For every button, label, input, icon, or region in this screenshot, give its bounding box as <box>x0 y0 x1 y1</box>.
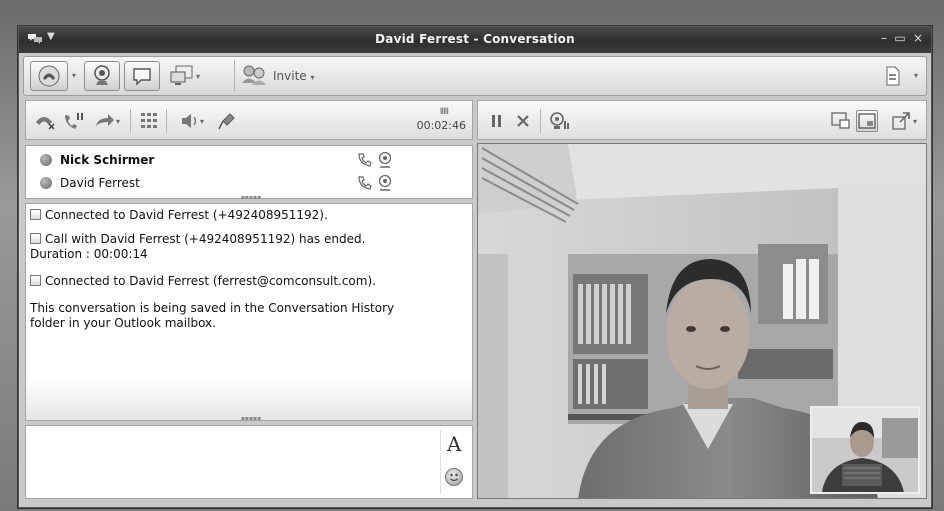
webcam-icon <box>378 151 392 168</box>
desktop-background: ▼ David Ferrest - Conversation – ▭ × ▾ ▾… <box>0 0 944 511</box>
webcam-icon <box>94 65 110 85</box>
share-button[interactable]: ▾ <box>164 61 204 91</box>
full-view-button[interactable] <box>856 110 878 132</box>
participant-row[interactable]: David Ferrest <box>26 173 472 195</box>
dialpad-button[interactable] <box>138 110 160 132</box>
resize-grip[interactable]: ▪▪▪▪▪ <box>236 195 266 201</box>
remote-video <box>477 143 927 499</box>
document-icon[interactable] <box>884 66 902 86</box>
invite-text: Invite <box>273 69 307 83</box>
hold-icon <box>65 113 83 129</box>
font-button[interactable]: A <box>447 432 461 456</box>
webcam-icon <box>378 174 392 191</box>
message-text: Connected to David Ferrest (+49240895119… <box>45 208 328 222</box>
participant-name: Nick Schirmer <box>60 153 155 167</box>
separator <box>130 109 131 133</box>
end-call-button[interactable] <box>34 110 56 132</box>
camera-settings-button[interactable] <box>548 110 570 132</box>
conversation-history: Connected to David Ferrest (+49240895119… <box>25 203 473 422</box>
stop-x-icon <box>517 115 529 127</box>
history-message-duration: Duration : 00:00:14 <box>30 247 148 261</box>
camera-settings-icon <box>550 112 569 129</box>
transfer-button[interactable]: ▾ <box>90 110 124 132</box>
volume-button[interactable]: ▾ <box>174 110 210 132</box>
self-view-video[interactable] <box>810 406 920 494</box>
presence-icon <box>40 154 52 166</box>
volume-dropdown-caret[interactable]: ▾ <box>200 117 204 126</box>
main-toolbar: ▾ ▾ Invite ▾ ▾ <box>23 56 927 96</box>
im-button[interactable] <box>124 61 160 91</box>
options-dropdown-caret[interactable]: ▾ <box>914 71 918 80</box>
separator <box>540 109 541 133</box>
phone-icon <box>358 176 372 190</box>
speaker-icon <box>181 114 197 128</box>
participant-name: David Ferrest <box>60 176 140 190</box>
share-dropdown-caret[interactable]: ▾ <box>196 72 200 81</box>
transfer-dropdown-caret[interactable]: ▾ <box>116 117 120 126</box>
add-contact-icon <box>242 65 266 85</box>
message-input[interactable]: A <box>25 425 473 499</box>
presence-icon <box>40 177 52 189</box>
participant-modalities <box>356 174 393 192</box>
participant-modalities <box>356 151 393 169</box>
history-notice-line: folder in your Outlook mailbox. <box>30 316 216 330</box>
history-notice-line: This conversation is being saved in the … <box>30 301 395 315</box>
minimize-button[interactable]: – <box>877 31 891 45</box>
call-dropdown-caret[interactable]: ▾ <box>72 71 76 80</box>
pause-video-button[interactable] <box>486 110 508 132</box>
desktop-share-icon <box>170 65 193 85</box>
call-timer: 00:02:46 <box>416 119 466 132</box>
message-text: Call with David Ferrest (+492408951192) … <box>45 232 366 246</box>
participant-list: Nick Schirmer David Ferrest ▪▪▪▪▪ <box>25 145 473 201</box>
speech-bubble-icon <box>133 68 151 86</box>
popout-dropdown-caret[interactable]: ▾ <box>913 117 917 126</box>
mic-button[interactable] <box>216 110 238 132</box>
maximize-button[interactable]: ▭ <box>893 31 907 45</box>
signal-strength: IIIII <box>439 107 449 117</box>
message-text: Connected to David Ferrest (ferrest@comc… <box>45 274 376 288</box>
close-button[interactable]: × <box>911 31 925 45</box>
invite-dropdown-caret[interactable]: ▾ <box>311 73 315 82</box>
pip-view-button[interactable] <box>830 110 852 132</box>
title-bar: ▼ David Ferrest - Conversation – ▭ × <box>19 27 931 53</box>
call-button[interactable] <box>30 61 68 91</box>
popout-icon <box>892 112 910 130</box>
separator <box>166 109 167 133</box>
self-view-image <box>812 408 918 492</box>
conversation-window: ▼ David Ferrest - Conversation – ▭ × ▾ ▾… <box>18 26 932 508</box>
transfer-arrow-icon <box>95 114 114 126</box>
history-message: Connected to David Ferrest (ferrest@comc… <box>30 274 470 289</box>
phone-icon <box>358 153 372 167</box>
video-button[interactable] <box>84 61 120 91</box>
history-message: Call with David Ferrest (+492408951192) … <box>30 232 470 247</box>
invite-label: Invite ▾ <box>273 69 315 83</box>
microphone-icon <box>218 113 235 130</box>
history-message: Connected to David Ferrest (+49240895119… <box>30 208 470 223</box>
phone-icon <box>38 65 60 87</box>
hold-button[interactable] <box>62 110 84 132</box>
call-controls-bar: ▾ ▾ IIIII 00:02:46 <box>25 100 473 140</box>
popout-button[interactable]: ▾ <box>886 110 922 132</box>
invite-area: Invite ▾ ▾ <box>234 60 924 92</box>
picture-in-picture-icon <box>831 112 850 129</box>
message-icon <box>30 233 41 244</box>
participant-row[interactable]: Nick Schirmer <box>26 150 472 172</box>
dialpad-icon <box>141 113 157 128</box>
stop-video-button[interactable] <box>512 110 534 132</box>
full-view-icon <box>858 113 876 129</box>
video-controls-bar: ▾ <box>477 100 927 140</box>
message-icon <box>30 209 41 220</box>
emoticon-icon[interactable] <box>445 468 463 486</box>
pause-icon <box>492 115 501 127</box>
message-icon <box>30 275 41 286</box>
hang-up-icon <box>36 117 55 130</box>
resize-grip[interactable]: ▪▪▪▪▪ <box>236 416 266 422</box>
format-column: A <box>440 430 468 494</box>
window-title: David Ferrest - Conversation <box>375 32 575 46</box>
